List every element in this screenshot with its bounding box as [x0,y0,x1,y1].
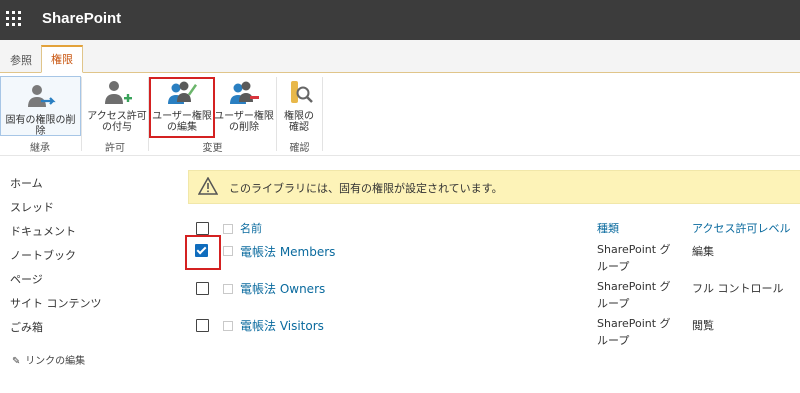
remove-user-permissions-button[interactable]: ユーザー権限 の削除 [214,77,274,133]
column-header-permission-level[interactable]: アクセス許可レベル [692,220,790,236]
pencil-icon: ✎ [12,356,21,367]
nav-item-documents[interactable]: ドキュメント [10,220,102,244]
column-header-name[interactable]: 名前 [240,220,262,236]
grant-permissions-button[interactable]: アクセス許可 の付与 [87,77,147,133]
row-type-icon [223,321,233,331]
row-type-icon [223,284,233,294]
edit-links-label: リンクの編集 [25,356,86,367]
suite-bar: SharePoint [0,0,800,40]
ribbon-tabs: 参照 権限 [0,40,800,73]
row-permission-level: フル コントロール [692,282,784,295]
ribbon-button-label: 固有の権限の削除 [5,115,76,137]
ribbon-button-label: の付与 [102,122,132,133]
group-label-modify: 変更 [202,143,223,154]
unique-permissions-banner: このライブラリには、固有の権限が設定されています。 [188,170,800,204]
type-icon [223,224,233,234]
add-user-icon [101,77,133,109]
app-launcher-icon[interactable] [6,11,22,27]
row-type-line: ループ [597,297,630,310]
row-type-icon [223,246,233,256]
ribbon-button-label: ユーザー権限 [214,111,274,122]
nav-item-threads[interactable]: スレッド [10,196,102,220]
check-permissions-button[interactable]: 権限の 確認 [280,77,318,133]
nav-item-pages[interactable]: ページ [10,268,102,292]
ribbon-button-label: の削除 [229,122,259,133]
row-type-line: SharePoint グ [597,317,671,330]
column-header-type[interactable]: 種類 [597,220,619,236]
row-type: SharePoint グ ループ [597,278,677,312]
banner-text: このライブラリには、固有の権限が設定されています。 [229,182,503,195]
warning-icon [197,176,219,199]
row-name-link[interactable]: 電帳法 Members [240,243,335,260]
group-label-check: 確認 [289,143,310,154]
row-name-link[interactable]: 電帳法 Owners [240,280,325,297]
row-type: SharePoint グ ループ [597,315,677,349]
tab-browse[interactable]: 参照 [10,48,32,72]
ribbon: 固有の権限の削除 アクセス許可 の付与 ユーザー権限 の編集 ユーザー権限 の削… [0,73,800,156]
nav-item-home[interactable]: ホーム [10,172,102,196]
ribbon-button-label: アクセス許可 [87,111,147,122]
row-permission-level: 閲覧 [692,319,714,332]
row-type-line: ループ [597,260,630,273]
nav-item-recycle-bin[interactable]: ごみ箱 [10,316,102,340]
row-checkbox[interactable] [196,282,209,295]
select-all-checkbox[interactable] [196,222,209,235]
check-permissions-icon [283,77,315,109]
delete-permissions-icon [25,81,57,113]
ribbon-button-label: 確認 [289,122,309,133]
row-type-line: SharePoint グ [597,243,671,256]
group-label-grant: 許可 [105,143,125,154]
row-type-line: ループ [597,334,630,347]
row-type: SharePoint グ ループ [597,241,677,275]
ribbon-button-label: 権限の [284,111,314,122]
row-permission-level: 編集 [692,245,714,258]
row-name-link[interactable]: 電帳法 Visitors [240,317,324,334]
delete-unique-permissions-button[interactable]: 固有の権限の削除 [0,76,81,137]
group-label-inherit: 継承 [30,143,50,154]
remove-users-icon [228,77,260,109]
highlight-box [149,77,215,138]
app-title[interactable]: SharePoint [42,10,121,27]
nav-item-site-contents[interactable]: サイト コンテンツ [10,292,102,316]
edit-links-link[interactable]: ✎ リンクの編集 [12,352,85,367]
nav-item-notebook[interactable]: ノートブック [10,244,102,268]
tab-permissions[interactable]: 権限 [41,45,83,73]
highlight-box [185,235,221,270]
group-separator [322,77,323,151]
row-checkbox[interactable] [196,319,209,332]
quick-launch: ホーム スレッド ドキュメント ノートブック ページ サイト コンテンツ ごみ箱 [10,172,102,340]
row-type-line: SharePoint グ [597,280,671,293]
